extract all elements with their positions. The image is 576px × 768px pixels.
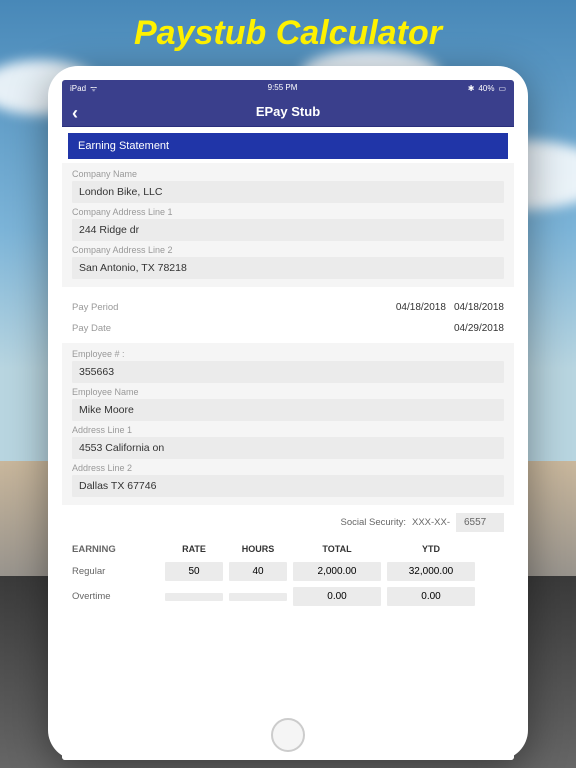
- earn-hours-input[interactable]: [229, 593, 287, 601]
- back-button[interactable]: ‹: [72, 103, 78, 124]
- company-name-label: Company Name: [72, 169, 504, 179]
- page-title: Paystub Calculator: [0, 14, 576, 53]
- earn-hours-input[interactable]: 40: [229, 562, 287, 581]
- pay-date-label: Pay Date: [72, 323, 111, 334]
- company-addr2-label: Company Address Line 2: [72, 245, 504, 255]
- earn-head-total: TOTAL: [290, 544, 384, 555]
- company-name-input[interactable]: London Bike, LLC: [72, 181, 504, 203]
- earn-head-earning: EARNING: [72, 544, 162, 555]
- ss-label: Social Security:: [341, 517, 406, 528]
- nav-title: EPay Stub: [256, 104, 320, 119]
- earn-head-hours: HOURS: [226, 544, 290, 555]
- earn-head-rate: RATE: [162, 544, 226, 555]
- employee-name-label: Employee Name: [72, 387, 504, 397]
- earn-ytd: 32,000.00: [387, 562, 475, 581]
- earn-total: 0.00: [293, 587, 381, 606]
- status-bar: iPad ᯤ 9:55 PM ✱ 40% ▭: [62, 80, 514, 97]
- employee-num-label: Employee # :: [72, 349, 504, 359]
- device-label: iPad: [70, 84, 86, 93]
- earn-row: Regular 50 40 2,000.00 32,000.00: [72, 559, 504, 584]
- company-addr2-input[interactable]: San Antonio, TX 78218: [72, 257, 504, 279]
- nav-bar: ‹ EPay Stub: [62, 97, 514, 127]
- ipad-frame: iPad ᯤ 9:55 PM ✱ 40% ▭ ‹ EPay Stub Earni…: [48, 66, 528, 760]
- earn-ytd: 0.00: [387, 587, 475, 606]
- ss-mask: XXX-XX-: [412, 517, 450, 528]
- wifi-icon: ᯤ: [90, 83, 97, 94]
- employee-addr2-label: Address Line 2: [72, 463, 504, 473]
- battery-pct: 40%: [478, 84, 494, 93]
- battery-icon: ▭: [498, 84, 506, 93]
- earn-rate-input[interactable]: 50: [165, 562, 223, 581]
- earn-name: Regular: [72, 566, 162, 577]
- section-header: Earning Statement: [68, 133, 508, 159]
- earn-total: 2,000.00: [293, 562, 381, 581]
- pay-date[interactable]: 04/29/2018: [454, 323, 504, 334]
- earn-row: Overtime 0.00 0.00: [72, 584, 504, 609]
- pay-period-to[interactable]: 04/18/2018: [454, 302, 504, 313]
- pay-period-label: Pay Period: [72, 302, 118, 313]
- employee-name-input[interactable]: Mike Moore: [72, 399, 504, 421]
- earn-rate-input[interactable]: [165, 593, 223, 601]
- bluetooth-icon: ✱: [468, 84, 475, 93]
- company-addr1-label: Company Address Line 1: [72, 207, 504, 217]
- earn-name: Overtime: [72, 591, 162, 602]
- status-time: 9:55 PM: [268, 83, 298, 94]
- pay-period-from[interactable]: 04/18/2018: [396, 302, 446, 313]
- ss-last4-input[interactable]: 6557: [456, 513, 504, 532]
- employee-addr1-label: Address Line 1: [72, 425, 504, 435]
- employee-num-input[interactable]: 355663: [72, 361, 504, 383]
- earn-head-ytd: YTD: [384, 544, 478, 555]
- company-addr1-input[interactable]: 244 Ridge dr: [72, 219, 504, 241]
- home-button[interactable]: [271, 718, 305, 752]
- employee-addr1-input[interactable]: 4553 California on: [72, 437, 504, 459]
- employee-addr2-input[interactable]: Dallas TX 67746: [72, 475, 504, 497]
